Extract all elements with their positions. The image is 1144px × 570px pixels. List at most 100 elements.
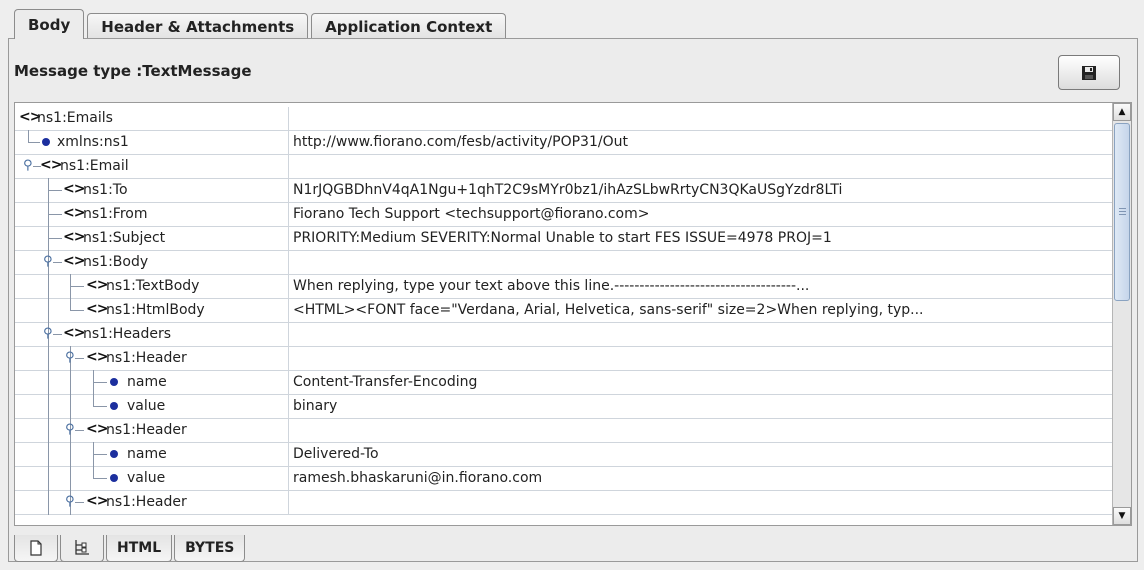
tree-name-cell: ⚲ <> ns1:Header xyxy=(15,418,289,443)
expand-toggle-icon[interactable]: ⚲ xyxy=(23,158,33,173)
node-name: ns1:Emails xyxy=(37,110,113,126)
element-icon: <> xyxy=(63,181,85,197)
tree-value-cell[interactable]: PRIORITY:Medium SEVERITY:Normal Unable t… xyxy=(289,227,1113,250)
tab-text-view[interactable] xyxy=(14,535,58,562)
node-value: Content-Transfer-Encoding xyxy=(293,374,478,390)
element-icon: <> xyxy=(86,349,108,365)
tree-value-cell[interactable]: Fiorano Tech Support <techsupport@fioran… xyxy=(289,203,1113,226)
tree-value-cell[interactable] xyxy=(289,419,1113,442)
attribute-dot-icon xyxy=(42,138,50,146)
tree-value-cell[interactable]: ramesh.bhaskaruni@in.fiorano.com xyxy=(289,467,1113,490)
element-icon: <> xyxy=(63,205,85,221)
tree-row[interactable]: ⚲ <> ns1:Header xyxy=(15,418,1113,443)
tree-row[interactable]: <> ns1:To N1rJQGBDhnV4qA1Ngu+1qhT2C9sMYr… xyxy=(15,178,1113,203)
tree-line xyxy=(48,274,49,299)
tree-line xyxy=(75,502,84,503)
tree-value-cell[interactable] xyxy=(289,347,1113,370)
tree-value-cell[interactable]: <HTML><FONT face="Verdana, Arial, Helvet… xyxy=(289,299,1113,322)
tree-line xyxy=(75,430,84,431)
tree-row[interactable]: <> ns1:HtmlBody <HTML><FONT face="Verdan… xyxy=(15,298,1113,323)
node-name: name xyxy=(127,374,167,390)
tree-row[interactable]: ⚲ <> ns1:Body xyxy=(15,250,1113,275)
scrollbar-grip xyxy=(1119,214,1126,215)
xml-tree-table[interactable]: <> ns1:Emails xmlns:ns1 http://www.fiora… xyxy=(14,102,1132,526)
tree-value-cell[interactable] xyxy=(289,251,1113,274)
scrollbar-thumb[interactable] xyxy=(1114,123,1130,301)
tree-line xyxy=(70,466,71,491)
tree-line xyxy=(93,454,107,455)
tree-value-cell[interactable]: N1rJQGBDhnV4qA1Ngu+1qhT2C9sMYr0bz1/ihAzS… xyxy=(289,179,1113,202)
tree-row[interactable]: <> ns1:Emails xyxy=(15,107,1113,131)
tree-value-cell[interactable] xyxy=(289,155,1113,178)
tree-value-cell[interactable]: When replying, type your text above this… xyxy=(289,275,1113,298)
tree-line xyxy=(48,418,49,443)
tree-row[interactable]: <> ns1:Subject PRIORITY:Medium SEVERITY:… xyxy=(15,226,1113,251)
scroll-down-button[interactable]: ▼ xyxy=(1113,507,1131,525)
node-value: <HTML><FONT face="Verdana, Arial, Helvet… xyxy=(293,302,924,318)
tree-line xyxy=(53,334,62,335)
node-value: When replying, type your text above this… xyxy=(293,278,810,294)
tree-line xyxy=(48,442,49,467)
node-value: N1rJQGBDhnV4qA1Ngu+1qhT2C9sMYr0bz1/ihAzS… xyxy=(293,182,843,198)
tree-line xyxy=(70,310,84,311)
expand-toggle-icon[interactable]: ⚲ xyxy=(65,350,75,365)
tab-header-attachments[interactable]: Header & Attachments xyxy=(87,13,309,39)
element-icon: <> xyxy=(86,277,108,293)
scroll-up-button[interactable]: ▲ xyxy=(1113,103,1131,121)
tree-row[interactable]: value ramesh.bhaskaruni@in.fiorano.com xyxy=(15,466,1113,491)
tree-row[interactable]: name Content-Transfer-Encoding xyxy=(15,370,1113,395)
node-name: ns1:Header xyxy=(106,350,187,366)
tree-value-cell[interactable] xyxy=(289,107,1113,130)
tree-name-cell: ⚲ <> ns1:Header xyxy=(15,346,289,371)
node-name: ns1:Header xyxy=(106,422,187,438)
tree-name-cell: <> ns1:To xyxy=(15,178,289,203)
tree-value-cell[interactable] xyxy=(289,323,1113,346)
tree-value-cell[interactable]: Content-Transfer-Encoding xyxy=(289,371,1113,394)
expand-toggle-icon[interactable]: ⚲ xyxy=(43,326,53,341)
tree-row[interactable]: xmlns:ns1 http://www.fiorano.com/fesb/ac… xyxy=(15,130,1113,155)
document-icon xyxy=(30,540,42,556)
expand-toggle-icon[interactable]: ⚲ xyxy=(65,494,75,509)
tab-bytes-view[interactable]: BYTES xyxy=(174,535,246,562)
tree-value-cell[interactable]: binary xyxy=(289,395,1113,418)
node-value: Delivered-To xyxy=(293,446,379,462)
tree-line xyxy=(70,286,84,287)
tree-rows: <> ns1:Emails xmlns:ns1 http://www.fiora… xyxy=(15,107,1113,515)
tree-row[interactable]: ⚲ <> ns1:Headers xyxy=(15,322,1113,347)
tree-line xyxy=(93,406,107,407)
tree-row[interactable]: <> ns1:From Fiorano Tech Support <techsu… xyxy=(15,202,1113,227)
tree-row[interactable]: ⚲ <> ns1:Header xyxy=(15,346,1113,371)
tree-row[interactable]: <> ns1:TextBody When replying, type your… xyxy=(15,274,1113,299)
tree-line xyxy=(48,214,62,215)
tree-line xyxy=(48,490,49,515)
tree-name-cell: value xyxy=(15,394,289,419)
node-value: http://www.fiorano.com/fesb/activity/POP… xyxy=(293,134,628,150)
tree-row[interactable]: ⚲ <> ns1:Email xyxy=(15,155,1113,179)
tree-name-cell: value xyxy=(15,466,289,491)
tree-value-cell[interactable] xyxy=(289,491,1113,514)
tree-line xyxy=(48,190,62,191)
element-icon: <> xyxy=(63,229,85,245)
tab-html-view[interactable]: HTML xyxy=(106,535,173,562)
vertical-scrollbar[interactable]: ▲ ▼ xyxy=(1112,103,1131,525)
node-value: PRIORITY:Medium SEVERITY:Normal Unable t… xyxy=(293,230,832,246)
element-icon: <> xyxy=(86,301,108,317)
node-name: ns1:From xyxy=(83,206,148,222)
node-name: name xyxy=(127,446,167,462)
tree-row[interactable]: name Delivered-To xyxy=(15,442,1113,467)
tab-tree-view[interactable] xyxy=(60,535,104,562)
tree-name-cell: ⚲ <> ns1:Email xyxy=(15,155,289,178)
tree-view-icon xyxy=(75,540,89,555)
tree-value-cell[interactable]: Delivered-To xyxy=(289,443,1113,466)
tree-name-cell: ⚲ <> ns1:Body xyxy=(15,250,289,275)
expand-toggle-icon[interactable]: ⚲ xyxy=(65,422,75,437)
node-value: ramesh.bhaskaruni@in.fiorano.com xyxy=(293,470,543,486)
tree-row[interactable]: value binary xyxy=(15,394,1113,419)
tab-application-context[interactable]: Application Context xyxy=(311,13,507,39)
expand-toggle-icon[interactable]: ⚲ xyxy=(43,254,53,269)
tree-row[interactable]: ⚲ <> ns1:Header xyxy=(15,490,1113,515)
save-button[interactable] xyxy=(1058,55,1120,90)
tree-value-cell[interactable]: http://www.fiorano.com/fesb/activity/POP… xyxy=(289,131,1113,154)
tree-name-cell: <> ns1:Emails xyxy=(15,107,289,130)
tab-body[interactable]: Body xyxy=(14,9,85,39)
